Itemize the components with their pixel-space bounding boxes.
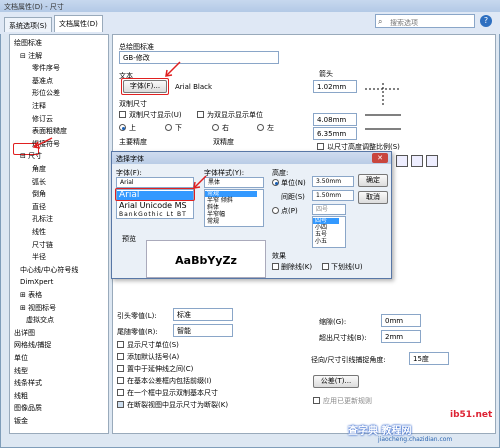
watermark-line3: jiaocheng.chazidian.com — [378, 436, 453, 443]
watermark-line2: 查字典 教程网 — [348, 426, 412, 437]
red-annotation-arrows — [32, 61, 207, 189]
watermark-line1: ib51.net — [450, 410, 493, 420]
watermark: ib51.net 查字典 教程网 jiaocheng.chazidian.com — [338, 398, 498, 446]
